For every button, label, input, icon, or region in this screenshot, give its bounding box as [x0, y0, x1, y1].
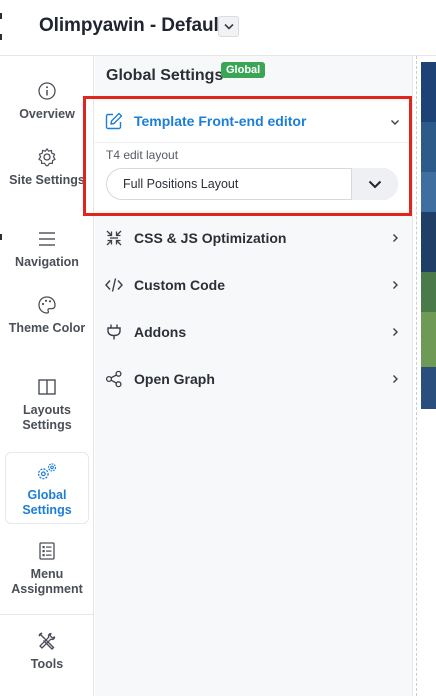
- edit-icon: [105, 112, 123, 130]
- panel-title: Global Settings: [106, 67, 224, 84]
- preview-divider: [416, 56, 417, 696]
- palette-icon: [36, 294, 58, 316]
- sidebar: Overview Site Settings Navigation Theme …: [0, 56, 94, 696]
- sidebar-item-theme-color[interactable]: Theme Color: [5, 294, 89, 354]
- sidebar-item-label: Layouts Settings: [22, 403, 72, 432]
- info-icon: [36, 80, 58, 102]
- global-badge: Global: [221, 62, 266, 78]
- select-value: Full Positions Layout: [123, 177, 239, 191]
- edge-mark: [0, 234, 2, 240]
- edge-mark: [0, 34, 2, 40]
- sidebar-item-label: Navigation: [15, 255, 79, 269]
- template-frontend-editor-section: Template Front-end editor T4 edit layout…: [95, 101, 412, 211]
- sidebar-item-menu-assignment[interactable]: Menu Assignment: [5, 540, 89, 600]
- t4-edit-layout-label: T4 edit layout: [106, 148, 179, 162]
- section-open-graph[interactable]: Open Graph: [95, 355, 412, 402]
- section-custom-code[interactable]: Custom Code: [95, 261, 412, 308]
- sidebar-item-site-settings[interactable]: Site Settings: [5, 146, 89, 206]
- chevron-down-icon: [368, 180, 382, 188]
- edge-mark: [0, 13, 2, 19]
- checklist-icon: [36, 540, 58, 562]
- section-label: Addons: [134, 323, 187, 340]
- chevron-right-icon: [390, 233, 400, 243]
- sidebar-item-label: Global Settings: [22, 488, 72, 517]
- select-toggle-button[interactable]: [351, 168, 398, 200]
- sidebar-item-label: Tools: [30, 657, 64, 671]
- chevron-right-icon: [390, 280, 400, 290]
- section-label: Template Front-end editor: [134, 113, 307, 129]
- template-frontend-editor-header[interactable]: Template Front-end editor: [95, 101, 412, 143]
- template-dropdown-button[interactable]: [218, 16, 239, 37]
- sidebar-item-label: Menu Assignment: [11, 567, 83, 596]
- template-title: Olimpyawin - Default: [39, 15, 225, 36]
- sidebar-item-global-settings[interactable]: Global Settings: [5, 452, 89, 524]
- chevron-down-icon: [390, 117, 400, 127]
- sidebar-item-label: Overview: [19, 107, 75, 121]
- top-bar: Olimpyawin - Default: [0, 0, 436, 56]
- plug-icon: [105, 323, 123, 341]
- section-label: Open Graph: [134, 370, 215, 387]
- gear-icon: [36, 146, 58, 168]
- sidebar-item-overview[interactable]: Overview: [5, 80, 89, 128]
- preview-thumbnail: [421, 62, 436, 409]
- section-label: CSS & JS Optimization: [134, 229, 287, 246]
- sidebar-divider: [0, 614, 94, 615]
- chevron-right-icon: [390, 374, 400, 384]
- section-addons[interactable]: Addons: [95, 308, 412, 355]
- wrench-screwdriver-icon: [36, 630, 58, 652]
- section-label: Custom Code: [134, 276, 225, 293]
- sidebar-item-navigation[interactable]: Navigation: [5, 228, 89, 276]
- menu-lines-icon: [36, 228, 58, 250]
- section-css-js-optimization[interactable]: CSS & JS Optimization: [95, 214, 412, 261]
- sidebar-item-label: Site Settings: [9, 173, 85, 187]
- chevron-down-icon: [223, 23, 234, 30]
- share-icon: [105, 370, 123, 388]
- layout-columns-icon: [36, 376, 58, 398]
- t4-edit-layout-select[interactable]: Full Positions Layout: [106, 168, 398, 200]
- settings-panel: Global Settings Global Template Front-en…: [95, 56, 412, 696]
- sidebar-item-layouts-settings[interactable]: Layouts Settings: [5, 376, 89, 436]
- gears-icon: [36, 461, 58, 483]
- sidebar-item-label: Theme Color: [8, 321, 86, 335]
- code-icon: [105, 276, 123, 294]
- sidebar-item-tools[interactable]: Tools: [5, 630, 89, 674]
- chevron-right-icon: [390, 327, 400, 337]
- compress-icon: [105, 229, 123, 247]
